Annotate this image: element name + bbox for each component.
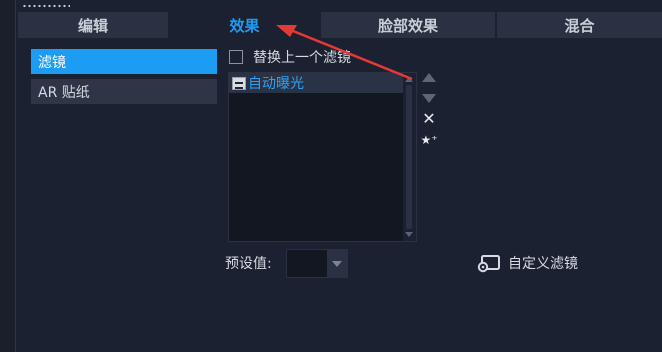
- annotation-arrow: [276, 25, 413, 81]
